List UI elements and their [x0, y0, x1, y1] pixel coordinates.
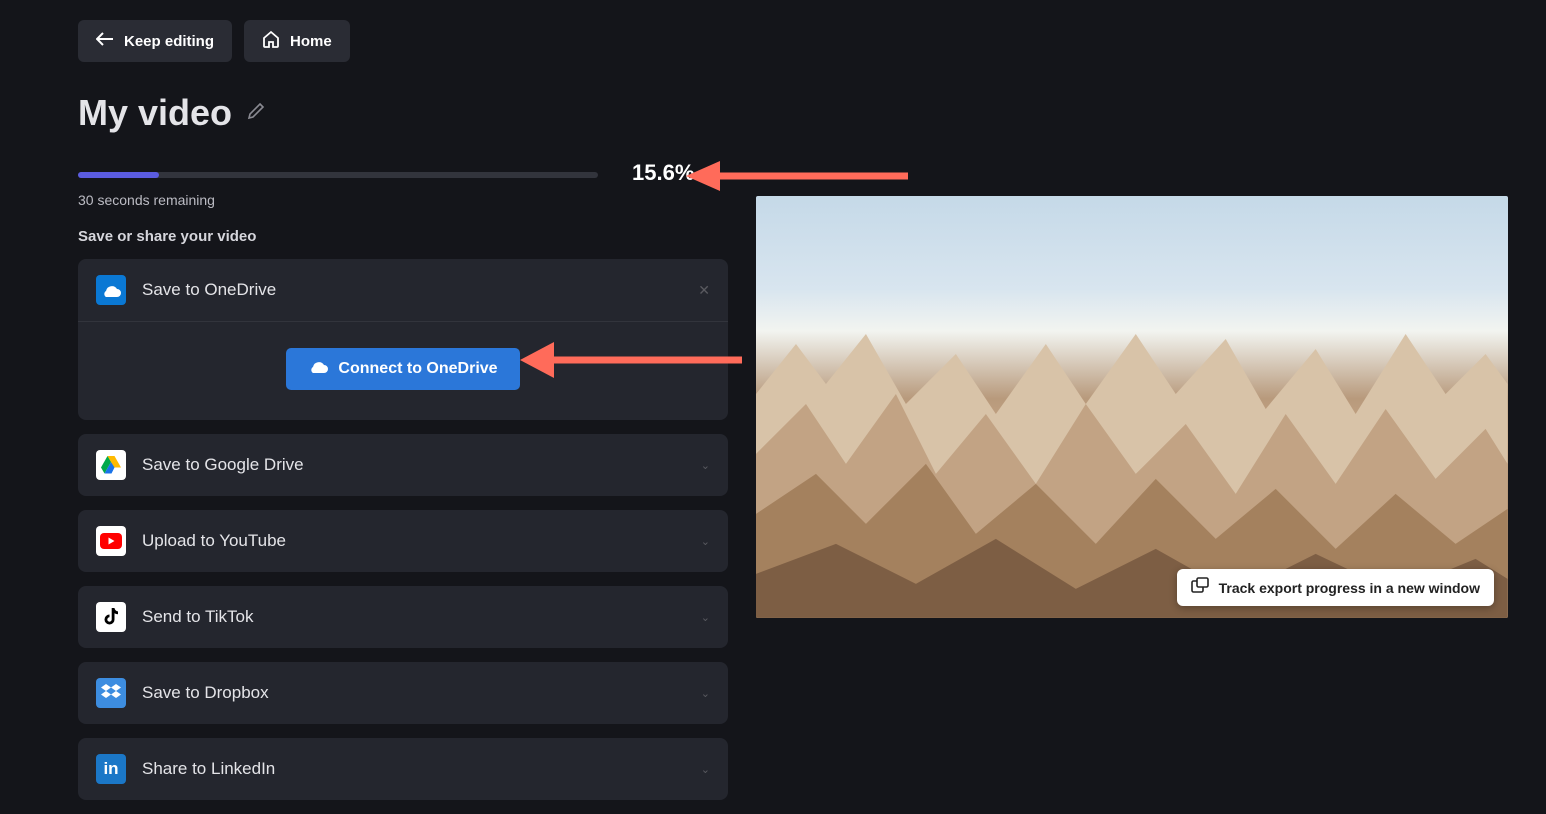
- home-button[interactable]: Home: [244, 20, 350, 62]
- connect-onedrive-button[interactable]: Connect to OneDrive: [286, 348, 519, 390]
- progress-row: 15.6%: [78, 172, 728, 178]
- title-row: My video: [78, 92, 728, 134]
- share-card-youtube: Upload to YouTube ⌄: [78, 510, 728, 572]
- share-card-gdrive: Save to Google Drive ⌄: [78, 434, 728, 496]
- chevron-down-icon: ⌄: [701, 611, 710, 624]
- cloud-icon: [308, 360, 328, 378]
- onedrive-icon: [96, 275, 126, 305]
- track-export-label: Track export progress in a new window: [1219, 580, 1480, 596]
- progress-bar: [78, 172, 598, 178]
- share-label-tiktok: Send to TikTok: [142, 607, 254, 627]
- share-card-tiktok: Send to TikTok ⌄: [78, 586, 728, 648]
- progress-percent: 15.6%: [632, 160, 694, 186]
- home-icon: [262, 30, 280, 52]
- tiktok-icon: [96, 602, 126, 632]
- share-header-onedrive[interactable]: Save to OneDrive ✕: [78, 259, 728, 321]
- track-export-button[interactable]: Track export progress in a new window: [1177, 569, 1494, 606]
- share-header-tiktok[interactable]: Send to TikTok ⌄: [78, 586, 728, 648]
- share-card-linkedin: in Share to LinkedIn ⌄: [78, 738, 728, 800]
- page-title: My video: [78, 92, 232, 134]
- popout-window-icon: [1191, 577, 1209, 598]
- chevron-down-icon: ⌄: [701, 687, 710, 700]
- time-remaining: 30 seconds remaining: [78, 192, 728, 208]
- arrow-left-icon: [96, 32, 114, 50]
- dropbox-icon: [96, 678, 126, 708]
- share-label-gdrive: Save to Google Drive: [142, 455, 304, 475]
- edit-title-button[interactable]: [246, 101, 266, 126]
- share-card-onedrive: Save to OneDrive ✕ Connect to OneDrive: [78, 259, 728, 420]
- keep-editing-button[interactable]: Keep editing: [78, 20, 232, 62]
- share-label-dropbox: Save to Dropbox: [142, 683, 269, 703]
- share-body-onedrive: Connect to OneDrive: [78, 321, 728, 390]
- home-label: Home: [290, 33, 332, 50]
- section-label: Save or share your video: [78, 228, 728, 245]
- share-label-onedrive: Save to OneDrive: [142, 280, 276, 300]
- share-label-youtube: Upload to YouTube: [142, 531, 286, 551]
- share-header-dropbox[interactable]: Save to Dropbox ⌄: [78, 662, 728, 724]
- chevron-down-icon: ⌄: [701, 763, 710, 776]
- youtube-icon: [96, 526, 126, 556]
- share-header-youtube[interactable]: Upload to YouTube ⌄: [78, 510, 728, 572]
- video-preview: Track export progress in a new window: [756, 196, 1508, 618]
- progress-fill: [78, 172, 159, 178]
- chevron-down-icon: ⌄: [701, 535, 710, 548]
- export-panel: My video 15.6% 30 seconds remaining Save…: [78, 92, 728, 814]
- connect-onedrive-label: Connect to OneDrive: [338, 360, 497, 378]
- chevron-down-icon: ⌄: [701, 459, 710, 472]
- linkedin-icon: in: [96, 754, 126, 784]
- share-header-gdrive[interactable]: Save to Google Drive ⌄: [78, 434, 728, 496]
- share-card-dropbox: Save to Dropbox ⌄: [78, 662, 728, 724]
- header-buttons: Keep editing Home: [0, 0, 1546, 62]
- keep-editing-label: Keep editing: [124, 33, 214, 50]
- share-header-linkedin[interactable]: in Share to LinkedIn ⌄: [78, 738, 728, 800]
- share-label-linkedin: Share to LinkedIn: [142, 759, 275, 779]
- preview-thumbnail: [756, 196, 1508, 618]
- close-icon[interactable]: ✕: [698, 282, 710, 299]
- gdrive-icon: [96, 450, 126, 480]
